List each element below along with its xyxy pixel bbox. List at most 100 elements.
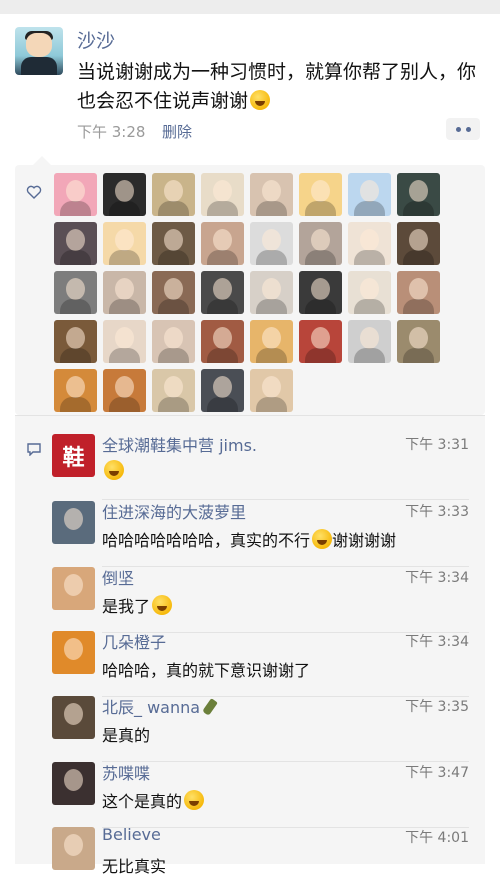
avatar-body [305,299,336,314]
avatar-head [164,376,183,398]
avatar-head [262,180,281,202]
like-avatar[interactable] [54,222,97,265]
avatar-head [409,278,428,300]
like-avatar[interactable] [348,173,391,216]
like-avatar[interactable] [201,173,244,216]
like-avatar[interactable] [397,173,440,216]
comment-time: 下午 3:47 [405,765,469,781]
like-avatar[interactable] [152,369,195,412]
like-avatar[interactable] [54,173,97,216]
like-avatar[interactable] [201,369,244,412]
post-text-content: 当说谢谢成为一种习惯时，就算你帮了别人，你也会忍不住说声谢谢 [77,61,477,112]
commenter-name[interactable]: 全球潮鞋集中营 jims. [102,432,257,456]
avatar-body [207,201,238,216]
dot-icon [455,126,461,132]
avatar-body [207,250,238,265]
comment-time: 下午 3:34 [405,570,469,586]
avatar-body [158,299,189,314]
like-avatar[interactable] [103,173,146,216]
avatar-body [109,299,140,314]
avatar-head [64,834,83,856]
like-avatar[interactable] [348,222,391,265]
comment-text-content: 无比真实 [102,857,167,876]
like-avatar[interactable] [397,271,440,314]
like-avatar[interactable] [250,320,293,363]
like-avatar[interactable] [54,320,97,363]
like-avatar[interactable] [299,222,342,265]
commenter-name[interactable]: 倒坚 [102,565,134,589]
commenter-avatar[interactable] [52,567,95,610]
commenter-name[interactable]: 住进深海的大菠萝里 [102,499,246,523]
comment-text: 哈哈哈哈哈哈哈，真实的不行 谢谢谢谢 [102,527,396,551]
like-avatar[interactable] [250,173,293,216]
laughing-emoji-icon [250,90,271,110]
commenter-name[interactable]: 几朵橙子 [102,629,166,653]
kiss-emoji-icon [152,595,173,615]
commenter-name[interactable]: 北辰_ wanna [102,694,218,718]
bottle-emoji-icon [202,698,218,716]
avatar-head [66,376,85,398]
avatar-body [60,397,91,412]
avatar-head [213,278,232,300]
avatar-head [64,703,83,725]
top-status-strip [0,0,500,14]
more-actions-button[interactable] [446,118,480,140]
commenter-avatar[interactable] [52,631,95,674]
comment-text: 哈哈哈，真的就下意识谢谢了 [102,657,310,681]
like-avatar[interactable] [152,320,195,363]
avatar-body [403,201,434,216]
like-avatar[interactable] [103,222,146,265]
like-avatar[interactable] [250,222,293,265]
commenter-name[interactable]: 苏喋喋 [102,760,150,784]
poster-avatar[interactable] [15,27,63,75]
commenter-avatar[interactable] [52,501,95,544]
delete-button[interactable]: 删除 [162,121,192,142]
comment-text: 这个是真的 [102,788,205,812]
laughing-emoji-icon [184,790,205,810]
dot-icon [465,126,471,132]
avatar-body [256,299,287,314]
avatar-head [409,229,428,251]
like-avatar[interactable] [299,320,342,363]
like-avatar[interactable] [201,320,244,363]
avatar-body [207,397,238,412]
like-avatar[interactable] [397,222,440,265]
commenter-avatar[interactable]: 鞋 [52,434,95,477]
commenter-name[interactable]: Believe [102,825,161,844]
like-avatar[interactable] [103,320,146,363]
shoe-logo-icon: 鞋 [52,434,95,477]
avatar-head [311,278,330,300]
post-text: 当说谢谢成为一种习惯时，就算你帮了别人，你也会忍不住说声谢谢 [77,58,487,116]
poster-name[interactable]: 沙沙 [77,26,115,53]
like-avatar[interactable] [250,369,293,412]
commenter-avatar[interactable] [52,827,95,870]
commenter-avatar[interactable] [52,762,95,805]
avatar-body [60,201,91,216]
like-avatar[interactable] [348,271,391,314]
like-avatar[interactable] [250,271,293,314]
laughing-emoji-icon [104,460,124,480]
like-avatar[interactable] [397,320,440,363]
like-avatar[interactable] [201,222,244,265]
avatar-body [305,348,336,363]
like-avatar[interactable] [54,271,97,314]
avatar-body [60,299,91,314]
like-avatar[interactable] [152,222,195,265]
like-avatar[interactable] [152,271,195,314]
like-avatar[interactable] [299,271,342,314]
like-avatar[interactable] [201,271,244,314]
like-avatar[interactable] [152,173,195,216]
like-avatar[interactable] [103,369,146,412]
avatar-body [403,250,434,265]
like-avatar[interactable] [299,173,342,216]
avatar-head [262,376,281,398]
like-avatar[interactable] [348,320,391,363]
commenter-avatar[interactable] [52,696,95,739]
avatar-body [109,250,140,265]
comment-text: 是真的 [102,722,150,746]
avatar-body [354,250,385,265]
avatar-body [305,250,336,265]
comment-text-content: 是我了 [102,597,151,616]
like-avatar[interactable] [54,369,97,412]
like-avatar[interactable] [103,271,146,314]
